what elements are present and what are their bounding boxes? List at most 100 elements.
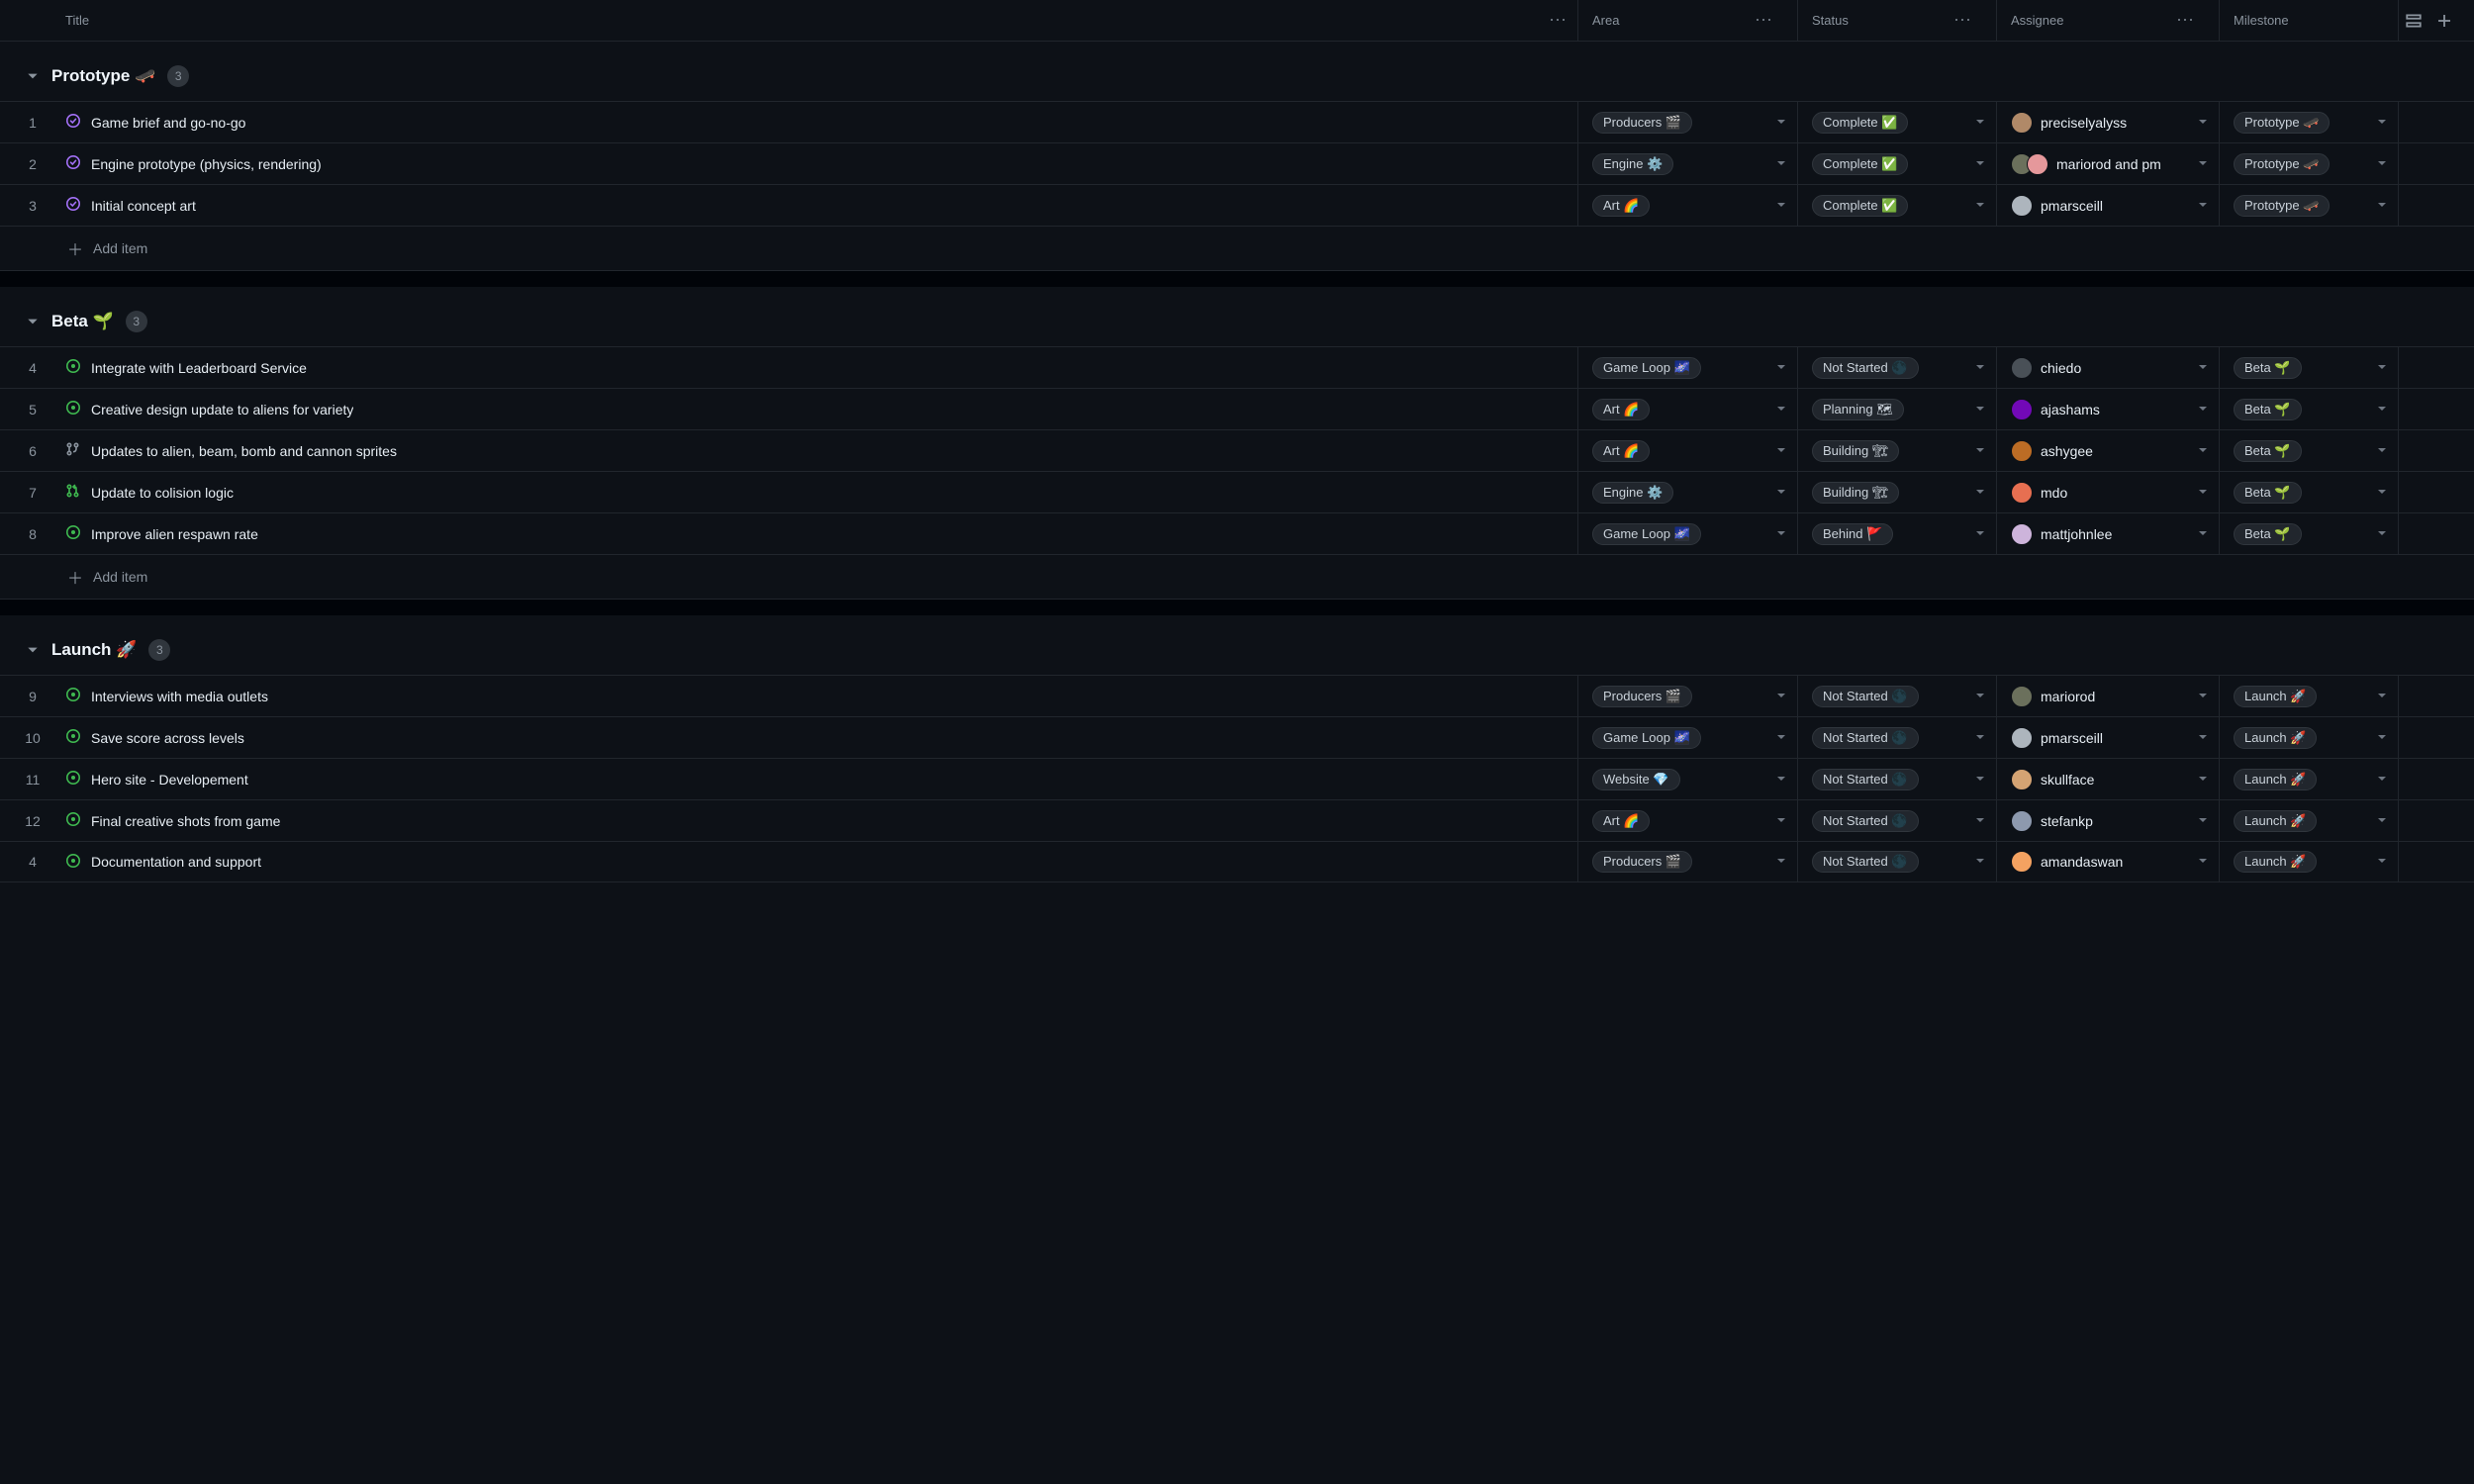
chevron-down-icon[interactable] — [1775, 443, 1787, 459]
table-row[interactable]: 11Hero site - DevelopementWebsite 💎Not S… — [0, 758, 2474, 799]
chevron-down-icon[interactable] — [2376, 156, 2388, 172]
area-pill[interactable]: Engine ⚙️ — [1592, 153, 1673, 175]
column-header-milestone[interactable]: Milestone — [2234, 13, 2289, 28]
assignee-name[interactable]: preciselyalyss — [2041, 115, 2127, 131]
issue-title[interactable]: Final creative shots from game — [91, 813, 280, 829]
collapse-icon[interactable] — [26, 643, 40, 657]
table-row[interactable]: 10Save score across levelsGame Loop 🌌Not… — [0, 716, 2474, 758]
column-header-assignee[interactable]: Assignee — [2011, 13, 2063, 28]
status-pill[interactable]: Complete ✅ — [1812, 195, 1908, 217]
milestone-pill[interactable]: Beta 🌱 — [2234, 399, 2302, 420]
chevron-down-icon[interactable] — [1775, 689, 1787, 704]
assignee-name[interactable]: pmarsceill — [2041, 198, 2103, 214]
chevron-down-icon[interactable] — [1974, 772, 1986, 788]
chevron-down-icon[interactable] — [2197, 156, 2209, 172]
chevron-down-icon[interactable] — [2197, 485, 2209, 501]
chevron-down-icon[interactable] — [1775, 730, 1787, 746]
column-menu-assignee[interactable]: ⋯ — [2176, 10, 2195, 31]
table-row[interactable]: 3Initial concept artArt 🌈Complete ✅pmars… — [0, 184, 2474, 226]
chevron-down-icon[interactable] — [1974, 443, 1986, 459]
area-pill[interactable]: Art 🌈 — [1592, 195, 1650, 217]
chevron-down-icon[interactable] — [1974, 360, 1986, 376]
chevron-down-icon[interactable] — [1974, 156, 1986, 172]
issue-title[interactable]: Documentation and support — [91, 854, 261, 870]
table-row[interactable]: 12Final creative shots from gameArt 🌈Not… — [0, 799, 2474, 841]
assignee-name[interactable]: stefankp — [2041, 813, 2093, 829]
chevron-down-icon[interactable] — [2197, 526, 2209, 542]
chevron-down-icon[interactable] — [1974, 730, 1986, 746]
chevron-down-icon[interactable] — [1775, 115, 1787, 131]
issue-title[interactable]: Game brief and go-no-go — [91, 115, 245, 131]
area-pill[interactable]: Website 💎 — [1592, 769, 1680, 790]
issue-title[interactable]: Interviews with media outlets — [91, 689, 268, 704]
chevron-down-icon[interactable] — [2376, 402, 2388, 417]
chevron-down-icon[interactable] — [2376, 443, 2388, 459]
chevron-down-icon[interactable] — [2197, 730, 2209, 746]
area-pill[interactable]: Producers 🎬 — [1592, 851, 1692, 873]
area-pill[interactable]: Art 🌈 — [1592, 440, 1650, 462]
area-pill[interactable]: Game Loop 🌌 — [1592, 523, 1701, 545]
chevron-down-icon[interactable] — [2376, 115, 2388, 131]
chevron-down-icon[interactable] — [1974, 854, 1986, 870]
area-pill[interactable]: Game Loop 🌌 — [1592, 727, 1701, 749]
issue-title[interactable]: Creative design update to aliens for var… — [91, 402, 353, 417]
chevron-down-icon[interactable] — [1775, 198, 1787, 214]
collapse-icon[interactable] — [26, 69, 40, 83]
chevron-down-icon[interactable] — [2197, 198, 2209, 214]
area-pill[interactable]: Producers 🎬 — [1592, 112, 1692, 134]
table-row[interactable]: 5Creative design update to aliens for va… — [0, 388, 2474, 429]
chevron-down-icon[interactable] — [2197, 772, 2209, 788]
chevron-down-icon[interactable] — [1974, 485, 1986, 501]
assignee-name[interactable]: pmarsceill — [2041, 730, 2103, 746]
issue-title[interactable]: Initial concept art — [91, 198, 196, 214]
issue-title[interactable]: Save score across levels — [91, 730, 244, 746]
status-pill[interactable]: Not Started 🌑 — [1812, 810, 1919, 832]
milestone-pill[interactable]: Launch 🚀 — [2234, 769, 2317, 790]
add-item-button[interactable]: ＋Add item — [0, 226, 2474, 271]
status-pill[interactable]: Planning 🗺 — [1812, 399, 1904, 420]
column-menu-status[interactable]: ⋯ — [1953, 10, 1972, 31]
assignee-name[interactable]: amandaswan — [2041, 854, 2123, 870]
table-row[interactable]: 4Integrate with Leaderboard ServiceGame … — [0, 346, 2474, 388]
column-header-status[interactable]: Status — [1812, 13, 1849, 28]
milestone-pill[interactable]: Prototype 🛹 — [2234, 195, 2330, 217]
chevron-down-icon[interactable] — [2197, 813, 2209, 829]
assignee-name[interactable]: mariorod — [2041, 689, 2095, 704]
issue-title[interactable]: Engine prototype (physics, rendering) — [91, 156, 322, 172]
area-pill[interactable]: Art 🌈 — [1592, 810, 1650, 832]
chevron-down-icon[interactable] — [2197, 854, 2209, 870]
column-menu-area[interactable]: ⋯ — [1755, 10, 1773, 31]
issue-title[interactable]: Updates to alien, beam, bomb and cannon … — [91, 443, 397, 459]
area-pill[interactable]: Producers 🎬 — [1592, 686, 1692, 707]
column-header-title[interactable]: Title — [65, 13, 89, 28]
assignee-name[interactable]: ajashams — [2041, 402, 2100, 417]
chevron-down-icon[interactable] — [2376, 360, 2388, 376]
table-row[interactable]: 6Updates to alien, beam, bomb and cannon… — [0, 429, 2474, 471]
milestone-pill[interactable]: Beta 🌱 — [2234, 357, 2302, 379]
status-pill[interactable]: Not Started 🌑 — [1812, 357, 1919, 379]
status-pill[interactable]: Behind 🚩 — [1812, 523, 1893, 545]
table-row[interactable]: 1Game brief and go-no-goProducers 🎬Compl… — [0, 101, 2474, 142]
chevron-down-icon[interactable] — [1775, 402, 1787, 417]
chevron-down-icon[interactable] — [2376, 485, 2388, 501]
chevron-down-icon[interactable] — [2376, 689, 2388, 704]
table-row[interactable]: 7Update to colision logicEngine ⚙️Buildi… — [0, 471, 2474, 512]
table-row[interactable]: 9Interviews with media outletsProducers … — [0, 675, 2474, 716]
column-menu-title[interactable]: ⋯ — [1549, 10, 1568, 31]
chevron-down-icon[interactable] — [1974, 198, 1986, 214]
chevron-down-icon[interactable] — [2376, 854, 2388, 870]
chevron-down-icon[interactable] — [2197, 443, 2209, 459]
chevron-down-icon[interactable] — [1775, 772, 1787, 788]
status-pill[interactable]: Not Started 🌑 — [1812, 686, 1919, 707]
status-pill[interactable]: Complete ✅ — [1812, 153, 1908, 175]
milestone-pill[interactable]: Launch 🚀 — [2234, 851, 2317, 873]
chevron-down-icon[interactable] — [1775, 854, 1787, 870]
chevron-down-icon[interactable] — [2376, 813, 2388, 829]
status-pill[interactable]: Not Started 🌑 — [1812, 851, 1919, 873]
rows-icon[interactable] — [2405, 12, 2423, 30]
issue-title[interactable]: Update to colision logic — [91, 485, 234, 501]
chevron-down-icon[interactable] — [1974, 115, 1986, 131]
milestone-pill[interactable]: Launch 🚀 — [2234, 686, 2317, 707]
issue-title[interactable]: Improve alien respawn rate — [91, 526, 258, 542]
milestone-pill[interactable]: Beta 🌱 — [2234, 482, 2302, 504]
